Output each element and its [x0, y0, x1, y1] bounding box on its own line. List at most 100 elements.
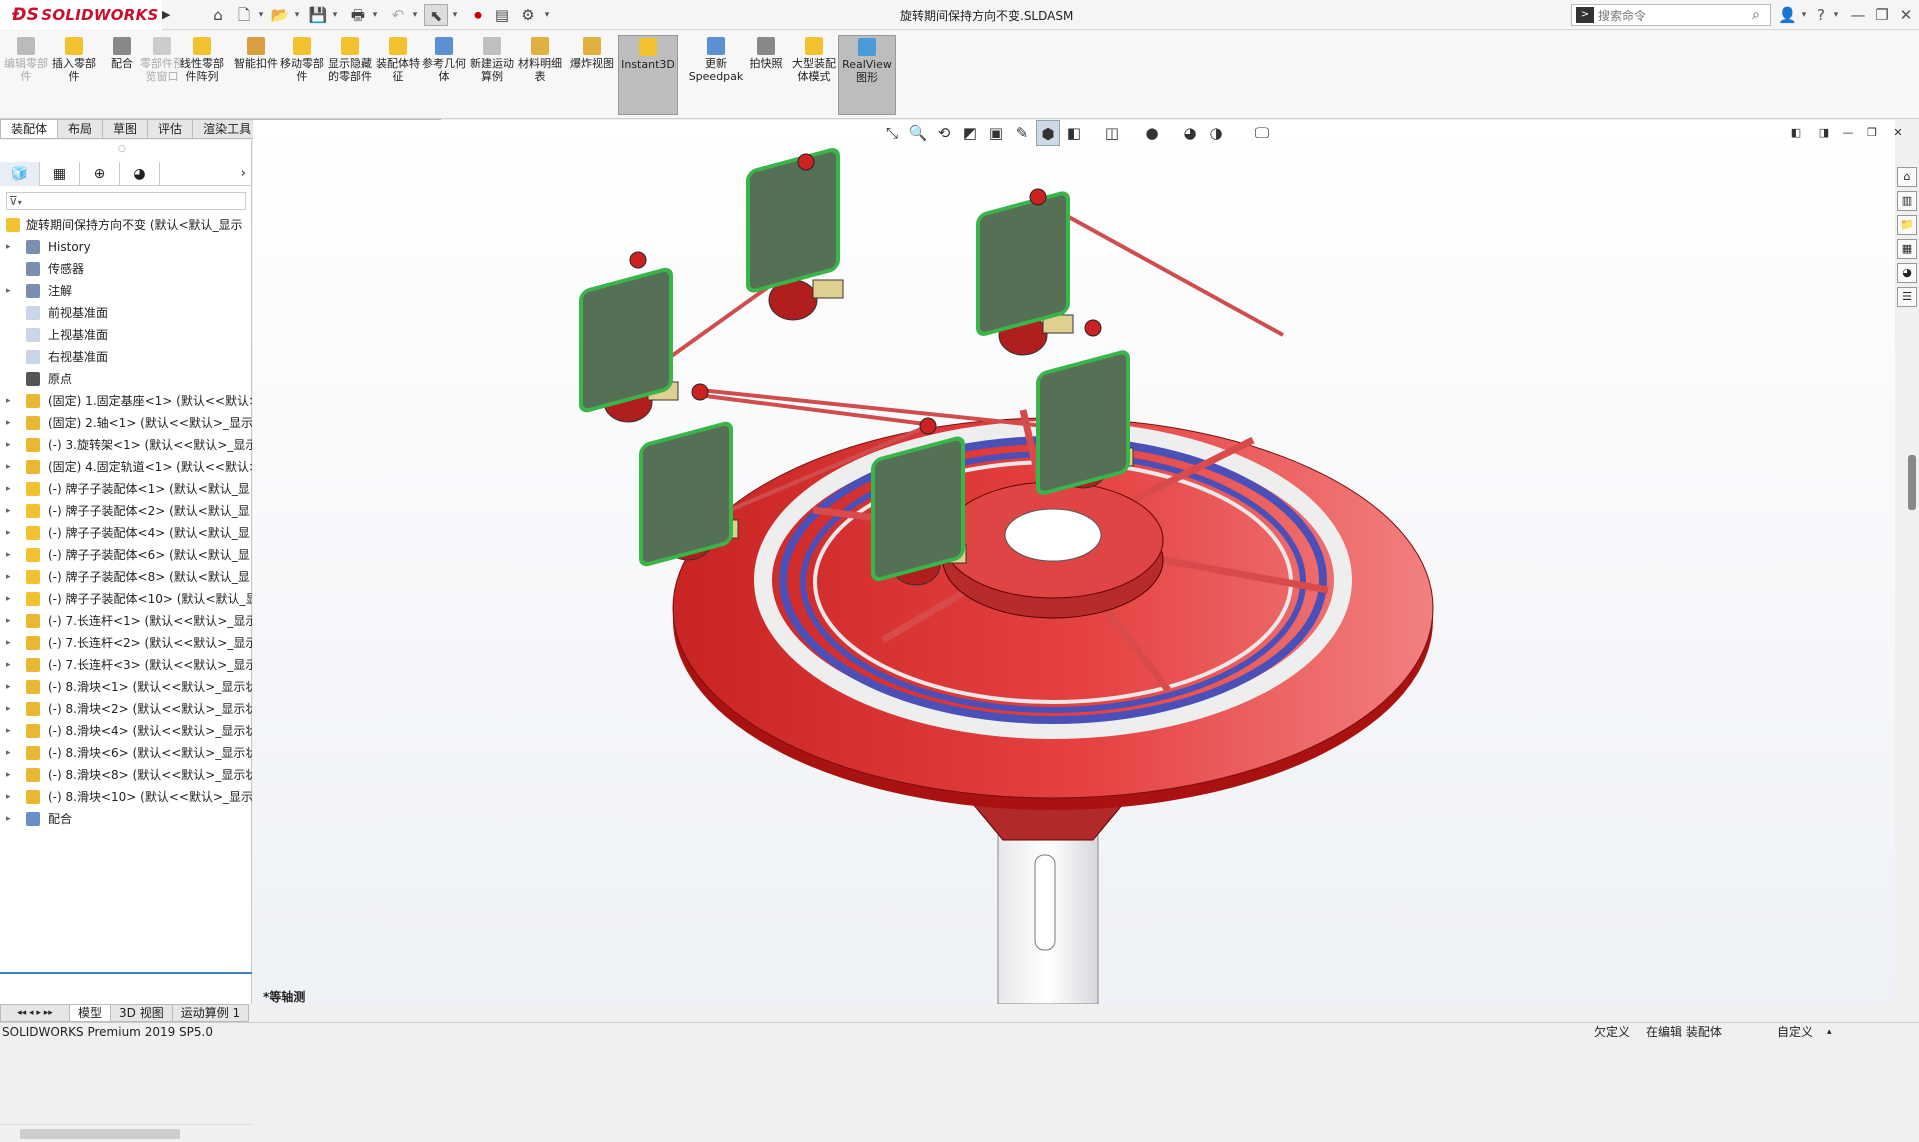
scroll-thumb[interactable] [20, 1129, 180, 1139]
custom-properties-icon[interactable]: ☰ [1897, 287, 1917, 307]
open-icon[interactable]: 📂 [268, 4, 292, 26]
tree-item[interactable]: ▸ (-) 牌子子装配体<4> (默认<默认_显 [0, 522, 252, 544]
tab-0[interactable]: 装配体 [0, 119, 59, 139]
assembly-model[interactable] [237, 120, 1895, 1005]
ribbon-command-4[interactable]: 线性零部件阵列 [178, 37, 226, 119]
tree-item[interactable]: ▸ (-) 8.滑块<4> (默认<<默认>_显示状 [0, 720, 252, 742]
ribbon-command-12[interactable]: 爆炸视图 [568, 37, 616, 119]
tab-scroll-arrows-icon[interactable]: ◂◂ ◂ ▸ ▸▸ [0, 1004, 70, 1022]
expand-arrow-icon[interactable]: ▸ [6, 654, 11, 676]
scene-icon[interactable]: ◕ [1178, 120, 1202, 146]
tree-item[interactable]: ▸ (-) 7.长连杆<2> (默认<<默认>_显示 [0, 632, 252, 654]
dynamic-annotation-icon[interactable]: ▣ [984, 120, 1008, 146]
new-document-icon[interactable]: 🗋 [232, 4, 256, 26]
ribbon-command-5[interactable]: 智能扣件 [232, 37, 280, 119]
tree-rollback-bar[interactable] [0, 972, 252, 974]
tab-3[interactable]: 评估 [148, 119, 194, 139]
section-view-icon[interactable]: ◩ [958, 120, 982, 146]
restore-icon[interactable]: ❐ [1870, 4, 1894, 26]
tree-item[interactable]: ▸ (固定) 2.轴<1> (默认<<默认>_显示 [0, 412, 252, 434]
ribbon-command-15[interactable]: 拍快照 [742, 37, 790, 119]
print-dropdown-icon[interactable]: ▾ [370, 4, 380, 26]
graphics-area[interactable] [237, 120, 1895, 1005]
ribbon-command-17[interactable]: RealView图形 [838, 35, 896, 115]
viewport-restore-icon[interactable]: ❐ [1860, 120, 1884, 146]
search-commands[interactable]: > 搜索命令 ⌕ [1571, 4, 1771, 26]
feature-manager-tab-icon[interactable]: 🧊 [0, 162, 40, 186]
horizontal-scrollbar[interactable] [0, 1124, 252, 1142]
viewport-tile-left-icon[interactable]: ◧ [1784, 120, 1808, 146]
tree-filter[interactable]: ⊽▾ [6, 192, 246, 210]
print-icon[interactable]: 🖶 [346, 4, 370, 26]
expand-arrow-icon[interactable]: ▸ [6, 412, 11, 434]
tab-4[interactable]: 渲染工具 [193, 119, 263, 139]
tree-item[interactable]: ▸ (-) 3.旋转架<1> (默认<<默认>_显示 [0, 434, 252, 456]
rebuild-icon[interactable]: ⏺ [466, 4, 490, 26]
minimize-icon[interactable]: — [1846, 4, 1870, 26]
viewport-tile-right-icon[interactable]: ◨ [1812, 120, 1836, 146]
file-properties-icon[interactable]: ▤ [490, 4, 514, 26]
configuration-manager-tab-icon[interactable]: ⊕ [80, 162, 120, 186]
open-dropdown-icon[interactable]: ▾ [292, 4, 302, 26]
tree-item[interactable]: ▸ (固定) 1.固定基座<1> (默认<<默认> [0, 390, 252, 412]
tree-item[interactable]: ▸ (-) 牌子子装配体<1> (默认<默认_显 [0, 478, 252, 500]
ribbon-command-1[interactable]: 插入零部件 [50, 37, 98, 119]
tree-item[interactable]: ▸ (-) 牌子子装配体<2> (默认<默认_显 [0, 500, 252, 522]
solidworks-logo[interactable]: ƉS SOLIDWORKS [0, 0, 162, 30]
expand-arrow-icon[interactable]: ▸ [6, 434, 11, 456]
display-manager-tab-icon[interactable]: ◕ [120, 162, 160, 186]
ribbon-command-9[interactable]: 参考几何体 [420, 37, 468, 119]
bottom-tab-0[interactable]: 模型 [70, 1004, 112, 1022]
save-dropdown-icon[interactable]: ▾ [330, 4, 340, 26]
ribbon-command-16[interactable]: 大型装配体模式 [790, 37, 838, 119]
design-library-icon[interactable]: ▥ [1897, 191, 1917, 211]
solidworks-resources-icon[interactable]: ⌂ [1897, 167, 1917, 187]
help-icon[interactable]: ? [1812, 4, 1830, 26]
previous-view-icon[interactable]: ⟲ [932, 120, 956, 146]
tree-item[interactable]: ▸ (-) 牌子子装配体<6> (默认<默认_显 [0, 544, 252, 566]
expand-arrow-icon[interactable]: ▸ [6, 456, 11, 478]
ribbon-command-7[interactable]: 显示隐藏的零部件 [326, 37, 374, 119]
expand-arrow-icon[interactable]: ▸ [6, 478, 11, 500]
expand-arrow-icon[interactable]: ▸ [6, 698, 11, 720]
menu-expand-icon[interactable]: ▶ [162, 4, 174, 26]
tree-item[interactable]: 右视基准面 [0, 346, 252, 368]
expand-arrow-icon[interactable]: ▸ [6, 786, 11, 808]
pane-grip-icon[interactable]: ○ [118, 144, 126, 154]
viewport-close-icon[interactable]: ✕ [1886, 120, 1910, 146]
expand-arrow-icon[interactable]: ▸ [6, 610, 11, 632]
monitor-icon[interactable]: 🖵 [1250, 120, 1274, 146]
tree-item[interactable]: ▸ (-) 牌子子装配体<8> (默认<默认_显 [0, 566, 252, 588]
user-dropdown-icon[interactable]: ▾ [1798, 4, 1810, 26]
property-manager-tab-icon[interactable]: ▦ [40, 162, 80, 186]
expand-arrow-icon[interactable]: ▸ [6, 280, 11, 302]
tab-2[interactable]: 草图 [103, 119, 149, 139]
tree-item[interactable]: ▸ (-) 8.滑块<10> (默认<<默认>_显示状 [0, 786, 252, 808]
ribbon-command-0[interactable]: 编辑零部件 [2, 37, 50, 119]
select-icon[interactable]: ⬉ [424, 4, 448, 26]
tree-item[interactable]: ▸ (固定) 4.固定轨道<1> (默认<<默认> [0, 456, 252, 478]
pane-more-icon[interactable]: › [160, 162, 252, 185]
tree-item[interactable]: ▸ (-) 牌子子装配体<10> (默认<默认_显 [0, 588, 252, 610]
tree-item[interactable]: ▸ 配合 [0, 808, 252, 830]
expand-arrow-icon[interactable]: ▸ [6, 390, 11, 412]
expand-arrow-icon[interactable]: ▸ [6, 588, 11, 610]
bottom-tab-1[interactable]: 3D 视图 [111, 1004, 173, 1022]
hide-show-items-icon[interactable]: ◫ [1100, 120, 1124, 146]
undo-icon[interactable]: ↶ [386, 4, 410, 26]
display-style-icon[interactable]: ◧ [1062, 120, 1086, 146]
units-status[interactable]: 自定义 [1777, 1023, 1813, 1041]
file-explorer-icon[interactable]: 📁 [1897, 215, 1917, 235]
tree-item[interactable]: 前视基准面 [0, 302, 252, 324]
user-icon[interactable]: 👤 [1778, 4, 1797, 26]
tree-item[interactable]: 传感器 [0, 258, 252, 280]
search-input[interactable]: 搜索命令 [1598, 7, 1752, 24]
zoom-to-area-icon[interactable]: 🔍 [906, 120, 930, 146]
expand-arrow-icon[interactable]: ▸ [6, 236, 11, 258]
expand-arrow-icon[interactable]: ▸ [6, 764, 11, 786]
options-gear-icon[interactable]: ⚙ [516, 4, 540, 26]
view-palette-icon[interactable]: ▦ [1897, 239, 1917, 259]
expand-arrow-icon[interactable]: ▸ [6, 632, 11, 654]
edit-appearance-icon[interactable]: ● [1140, 120, 1164, 146]
tree-item[interactable]: 上视基准面 [0, 324, 252, 346]
